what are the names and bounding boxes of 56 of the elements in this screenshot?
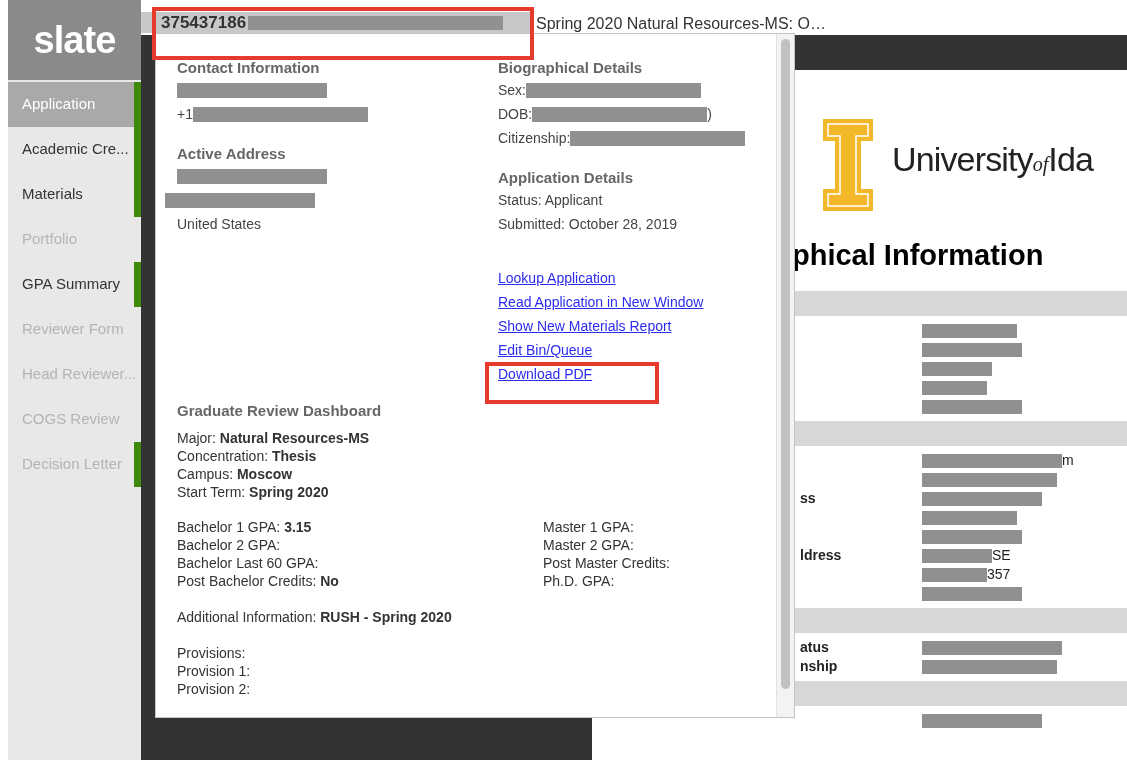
detail-text: Master 1 GPA: [543,517,635,536]
detail-text: Campus: Moscow [177,464,294,483]
record-id: 375437186 [161,12,247,33]
field-label: nship [800,658,838,674]
field-value: m [1062,451,1074,470]
field-value: SE [992,546,1011,565]
field-label: ldress [800,547,842,563]
field-label: atus [800,639,829,655]
detail-text: Start Term: Spring 2020 [177,482,330,501]
document-heading: phical Information [792,239,1044,271]
link[interactable]: Lookup Application [498,266,616,290]
sidebar-item[interactable]: Academic Cre... [8,127,134,172]
detail-text: Bachelor 2 GPA: [177,535,282,554]
detail-text: Post Bachelor Credits: No [177,571,340,590]
sidebar-item[interactable]: Materials [8,172,134,217]
detail-text: Provision 1: [177,661,252,680]
detail-text: Bachelor Last 60 GPA: [177,553,320,572]
link[interactable]: Read Application in New Window [498,290,704,314]
scrollbar-thumb[interactable] [781,39,790,689]
detail-text: Status: Applicant [498,190,603,210]
section-heading: Active Address [177,144,287,164]
detail-text: Provision 2: [177,679,252,698]
detail-text: Bachelor 1 GPA: 3.15 [177,517,313,536]
section-heading: Application Details [498,168,635,188]
detail-text: +1 [177,104,193,124]
link[interactable]: Download PDF [498,362,593,386]
detail-text: Additional Information: RUSH - Spring 2020 [177,607,453,626]
detail-text: DOB: [498,104,533,124]
detail-text: Major: Natural Resources-MS [177,428,371,447]
field-label: ss [800,490,816,506]
section-heading: Contact Information [177,58,321,78]
redaction-bar [922,380,987,395]
detail-text: Sex: [498,80,526,100]
section-heading: Graduate Review Dashboard [177,401,383,421]
detail-text: Concentration: Thesis [177,446,318,465]
detail-text: Post Master Credits: [543,553,670,572]
detail-text: Master 2 GPA: [543,535,635,554]
detail-text: Ph.D. GPA: [543,571,616,590]
scrollbar[interactable] [776,34,794,717]
section-heading: Biographical Details [498,58,644,78]
detail-text: Citizenship: [498,128,571,148]
redaction-bar [922,548,992,563]
redaction-bar [922,361,992,376]
detail-text: United States [177,214,262,234]
university-wordmark: University [892,138,1033,180]
detail-text: Provisions: [177,643,247,662]
link[interactable]: Edit Bin/Queue [498,338,593,362]
detail-text: ) [707,104,712,124]
link[interactable]: Show New Materials Report [498,314,672,338]
detail-text: Submitted: October 28, 2019 [498,214,677,234]
record-title: Spring 2020 Natural Resources-MS: O… [536,14,826,34]
redaction-bar [922,567,987,582]
block-i-logo-icon [822,118,874,212]
sidebar-item[interactable]: GPA Summary [8,262,134,307]
field-value: 357 [987,565,1011,584]
slate-logo: slate [33,21,116,59]
